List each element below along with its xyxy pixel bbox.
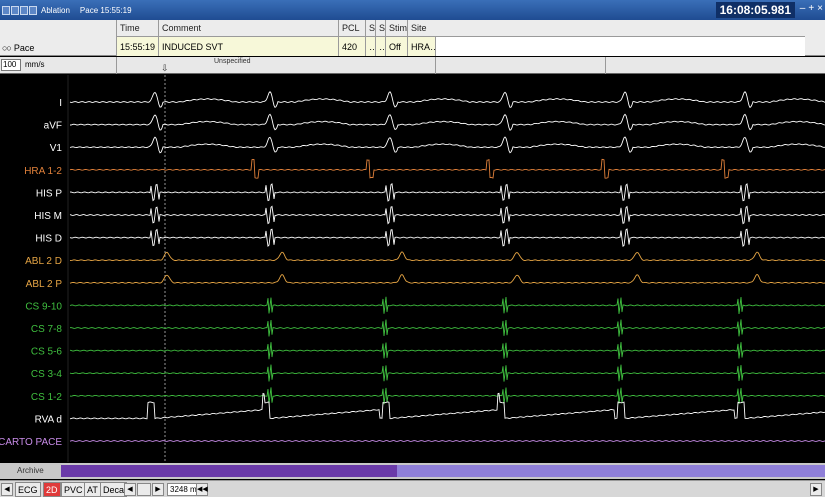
channel-trace xyxy=(69,341,825,360)
stim-value[interactable]: Off xyxy=(386,36,407,56)
close-icon[interactable]: × xyxy=(817,4,823,14)
archive-timeline[interactable] xyxy=(61,465,825,477)
channel-label[interactable]: ABL 2 P xyxy=(26,279,63,290)
ep-recording-area[interactable]: IaVF V1 HRA 1-2 HIS P HIS M HIS D ABL 2 D ABL 2… xyxy=(0,75,825,462)
header-empty-cell xyxy=(435,36,805,56)
site-column: Site HRA… xyxy=(407,20,439,56)
channel-label[interactable]: HIS M xyxy=(34,211,62,222)
pace-label-text: Pace xyxy=(13,43,35,53)
tab-deca[interactable]: Deca xyxy=(100,482,128,497)
channel-trace xyxy=(69,273,825,284)
archive-label: Archive xyxy=(17,466,44,475)
channel-trace xyxy=(69,251,825,262)
stim-header: Stim xyxy=(389,23,407,33)
channel-trace xyxy=(69,205,825,225)
sweep-speed-unit: mm/s xyxy=(25,60,45,69)
channel-trace xyxy=(69,158,825,179)
channel-trace xyxy=(69,183,825,202)
pace-label[interactable]: ○○ Pace xyxy=(2,40,34,56)
channel-label[interactable]: CS 7-8 xyxy=(31,324,63,335)
toolbar-button-3[interactable] xyxy=(20,5,28,15)
channel-label[interactable]: CS 3-4 xyxy=(31,369,63,380)
chevron-right-icon[interactable]: ▶ xyxy=(810,483,822,496)
channel-label[interactable]: HIS D xyxy=(35,234,62,245)
channel-trace xyxy=(69,392,825,420)
channel-trace xyxy=(70,113,825,131)
double-circle-icon: ○○ xyxy=(2,43,12,53)
channel-label[interactable]: CARTO PACE xyxy=(0,437,62,448)
pcl-column: PCL 420 xyxy=(338,20,365,56)
channel-label[interactable]: V1 xyxy=(50,143,63,154)
stim-column: Stim Off xyxy=(385,20,407,56)
tab-at[interactable]: AT xyxy=(84,482,101,497)
app-title: Ablation xyxy=(41,5,70,15)
s1-header: S xyxy=(369,23,376,33)
divider xyxy=(116,57,117,74)
s1-value[interactable]: … xyxy=(366,36,378,56)
archive-row: Archive xyxy=(0,463,825,479)
s2-header: S xyxy=(379,23,386,33)
channel-label[interactable]: RVA d xyxy=(35,414,62,425)
toolbar-button-1[interactable] xyxy=(2,5,10,15)
channel-trace xyxy=(69,136,825,154)
time-column: Time 15:55:19 xyxy=(116,20,158,56)
channel-label[interactable]: ABL 2 D xyxy=(25,256,62,267)
site-header: Site xyxy=(411,23,427,33)
chevron-left-icon[interactable]: ◀ xyxy=(124,483,136,496)
toolbar-button-2[interactable] xyxy=(11,5,19,15)
pcl-value[interactable]: 420 xyxy=(339,36,365,56)
scroll-thumb[interactable] xyxy=(137,483,151,496)
marker-pin-icon[interactable]: ⇩ xyxy=(161,63,169,74)
channel-label[interactable]: HIS P xyxy=(36,188,62,199)
sweep-speed-row: 100 mm/s ⇩ Unspecified xyxy=(0,57,825,74)
comment-header: Comment xyxy=(162,23,202,33)
comment-column: Comment INDUCED SVT xyxy=(158,20,338,56)
bottom-tab-row: ◀ ECG 2D PVC AT Deca ◀ ▶ 3248 ms ◀◀ ▶ xyxy=(0,480,825,497)
marker-label: Unspecified xyxy=(214,58,251,65)
tab-ecg[interactable]: ECG xyxy=(15,482,41,497)
channel-trace xyxy=(69,319,825,337)
clock-readout: 16:08:05.981 xyxy=(715,2,795,18)
maximize-icon[interactable]: + xyxy=(808,4,814,14)
comment-value[interactable]: INDUCED SVT xyxy=(159,36,338,56)
title-toolbar xyxy=(2,5,37,15)
window-subtitle: Pace 15:55:19 xyxy=(79,5,132,15)
channel-label[interactable]: HRA 1-2 xyxy=(24,166,62,177)
tab-pvc[interactable]: PVC xyxy=(61,482,86,497)
channel-trace xyxy=(69,440,825,442)
channel-trace xyxy=(69,364,825,382)
s2-column: S … xyxy=(375,20,388,56)
time-value[interactable]: 15:55:19 xyxy=(117,36,158,56)
channel-trace xyxy=(69,296,825,315)
time-header: Time xyxy=(120,23,140,33)
minimize-icon[interactable]: – xyxy=(800,4,806,14)
sweep-speed-select[interactable]: 100 xyxy=(1,59,21,71)
channel-label[interactable]: aVF xyxy=(44,121,62,132)
toolbar-button-4[interactable] xyxy=(29,5,37,15)
divider xyxy=(605,57,606,74)
window-controls: – + × xyxy=(800,4,823,14)
s2-value[interactable]: … xyxy=(376,36,388,56)
channel-label[interactable]: CS 5-6 xyxy=(31,347,63,358)
rewind-icon[interactable]: ◀◀ xyxy=(196,483,208,496)
s1-column: S … xyxy=(365,20,378,56)
site-value[interactable]: HRA… xyxy=(408,36,439,56)
chevron-left-icon[interactable]: ◀ xyxy=(1,483,13,496)
tab-2d[interactable]: 2D xyxy=(43,482,61,497)
channel-trace xyxy=(69,90,825,109)
divider xyxy=(435,57,436,74)
channel-trace xyxy=(69,387,825,405)
title-bar: Ablation Pace 15:55:19 16:08:05.981 – + … xyxy=(0,0,825,20)
chevron-right-icon[interactable]: ▶ xyxy=(152,483,164,496)
signal-traces: IaVF V1 HRA 1-2 HIS P HIS M HIS D ABL 2 D ABL 2… xyxy=(0,75,825,462)
channel-trace xyxy=(69,228,825,248)
event-header-table: ○○ Pace Time 15:55:19 Comment INDUCED SVT… xyxy=(0,20,825,56)
channel-label[interactable]: I xyxy=(59,98,62,109)
channel-label[interactable]: CS 1-2 xyxy=(31,392,63,403)
channel-label[interactable]: CS 9-10 xyxy=(25,301,62,312)
pcl-header: PCL xyxy=(342,23,360,33)
